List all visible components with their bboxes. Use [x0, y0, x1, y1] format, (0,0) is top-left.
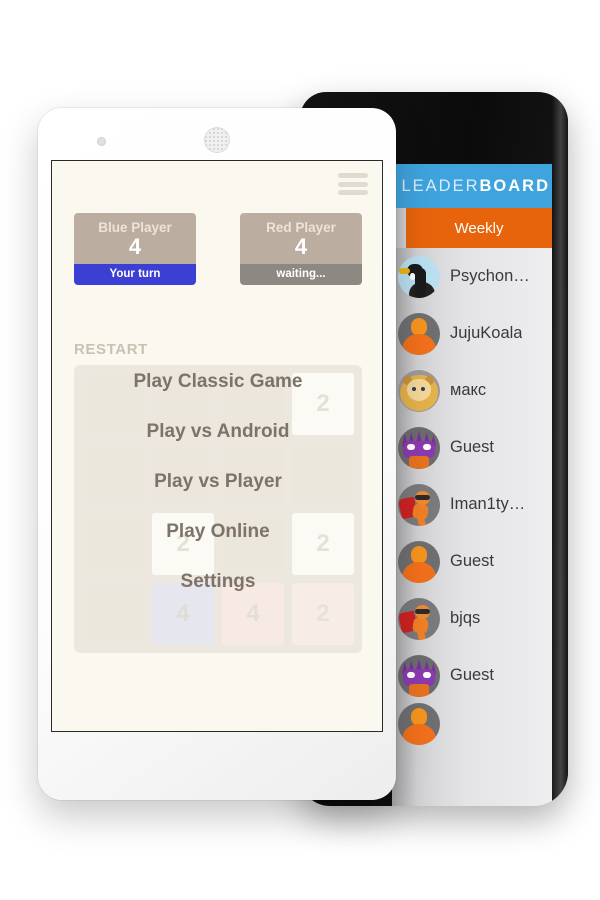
- list-item[interactable]: bjqs: [392, 590, 552, 647]
- goose-avatar: [398, 255, 440, 298]
- list-item[interactable]: макс: [392, 362, 552, 419]
- list-item[interactable]: [392, 703, 552, 745]
- hamburger-icon[interactable]: [338, 173, 368, 195]
- menu-item-play-vs-android[interactable]: Play vs Android: [52, 407, 382, 457]
- leaderboard-title-bold: BOARD: [479, 176, 550, 195]
- hero-avatar: [398, 483, 440, 526]
- front-camera-icon: [97, 137, 106, 146]
- list-item[interactable]: Guest: [392, 533, 552, 590]
- menu-item-play-classic-game[interactable]: Play Classic Game: [52, 357, 382, 407]
- player-name: Psychon…: [450, 267, 530, 285]
- menu-item-play-vs-player[interactable]: Play vs Player: [52, 457, 382, 507]
- menu-item-play-online[interactable]: Play Online: [52, 507, 382, 557]
- red-player-score-box: Red Player 4: [240, 213, 362, 265]
- leaderboard-screen: LEADER BOARD Weekly Psychon… JujuKoala м…: [392, 164, 552, 806]
- hero-avatar: [398, 597, 440, 640]
- restart-button[interactable]: RESTART: [74, 341, 148, 358]
- blue-player-score-box: Blue Player 4: [74, 213, 196, 265]
- player-name: Guest: [450, 438, 495, 456]
- menu-item-settings[interactable]: Settings: [52, 557, 382, 607]
- player-name: bjqs: [450, 609, 481, 627]
- leaderboard-tabs: Weekly: [392, 208, 552, 248]
- list-item[interactable]: Guest: [392, 419, 552, 476]
- blue-player-score: 4: [128, 234, 142, 259]
- red-player-label: Red Player: [266, 220, 336, 235]
- speaker-grille-icon: [204, 127, 230, 153]
- list-item[interactable]: Iman1ty…: [392, 476, 552, 533]
- player-name: макс: [450, 381, 487, 399]
- game-screen: Blue Player 4 Your turn Red Player 4 wai…: [51, 160, 383, 732]
- player-name: Guest: [450, 666, 495, 684]
- blue-player-card: Blue Player 4 Your turn: [74, 213, 196, 286]
- blue-player-label: Blue Player: [98, 220, 172, 235]
- bust-avatar: [398, 312, 440, 355]
- score-panel: Blue Player 4 Your turn Red Player 4 wai…: [74, 213, 362, 286]
- list-item[interactable]: JujuKoala: [392, 305, 552, 362]
- monster-avatar: [398, 654, 440, 697]
- tab-weekly[interactable]: Weekly: [406, 208, 552, 248]
- red-player-score: 4: [294, 234, 308, 259]
- player-name: JujuKoala: [450, 324, 523, 342]
- screenshot-stage: LEADER BOARD Weekly Psychon… JujuKoala м…: [0, 0, 600, 900]
- red-player-status: waiting...: [240, 264, 362, 286]
- player-name: Guest: [450, 552, 495, 570]
- leaderboard-header: LEADER BOARD: [392, 164, 552, 208]
- monster-avatar: [398, 426, 440, 469]
- light-phone-device: Blue Player 4 Your turn Red Player 4 wai…: [38, 108, 396, 800]
- game-menu-overlay: Play Classic Game Play vs Android Play v…: [52, 357, 382, 607]
- blue-player-status: Your turn: [74, 264, 196, 286]
- leaderboard-list[interactable]: Psychon… JujuKoala макс Guest Iman1ty… G…: [392, 248, 552, 806]
- red-player-card: Red Player 4 waiting...: [240, 213, 362, 286]
- list-item[interactable]: Guest: [392, 647, 552, 704]
- bust-avatar: [398, 540, 440, 583]
- leaderboard-title-light: LEADER: [401, 176, 480, 195]
- list-item[interactable]: Psychon…: [392, 248, 552, 305]
- player-name: Iman1ty…: [450, 495, 526, 513]
- lion-avatar: [398, 369, 440, 412]
- bust-avatar: [398, 703, 440, 745]
